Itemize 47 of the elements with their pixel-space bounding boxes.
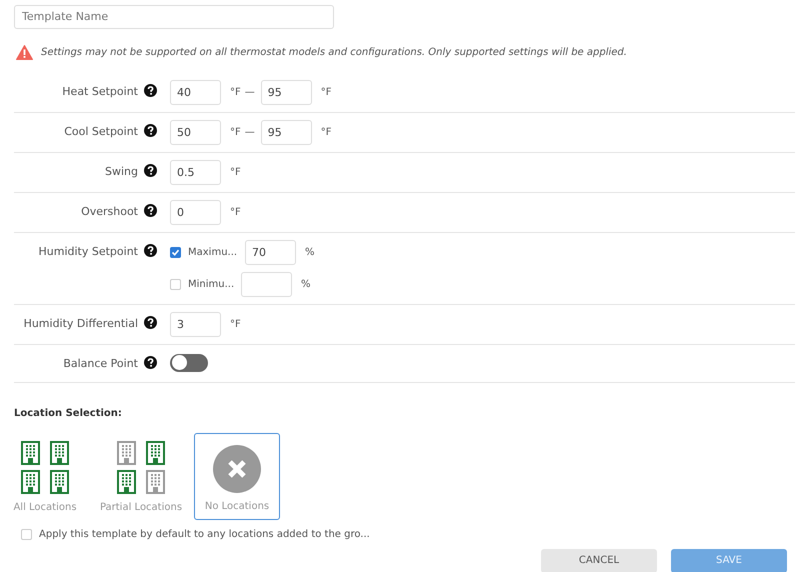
unit-label: °F <box>230 206 241 220</box>
number-field[interactable]: 0.5 <box>170 160 221 184</box>
close-icon <box>213 444 261 492</box>
setting-label: Heat Setpoint <box>62 84 138 100</box>
setting-label: Cool Setpoint <box>64 124 138 140</box>
checkbox[interactable] <box>21 528 32 540</box>
help-icon[interactable] <box>144 204 157 216</box>
unit-label: % <box>305 246 315 260</box>
warning-icon <box>16 44 33 60</box>
help-icon[interactable] <box>144 84 157 96</box>
unit-label: °F <box>230 86 241 100</box>
number-field[interactable]: 70 <box>245 240 296 264</box>
checkbox-label: Minimu... <box>188 278 236 292</box>
unit-label: °F <box>320 86 332 100</box>
setting-label: Swing <box>105 164 138 180</box>
dash-separator: — <box>244 126 255 140</box>
checkbox[interactable] <box>170 278 181 290</box>
unit-label: % <box>301 278 311 292</box>
cancel-button[interactable]: CANCEL <box>541 548 657 572</box>
checkbox[interactable] <box>170 246 181 258</box>
setting-label: Humidity Setpoint <box>38 244 138 260</box>
help-icon[interactable] <box>144 164 157 176</box>
checkbox-label: Apply this template by default to any locations added to the gro... <box>39 528 370 542</box>
dash-separator: — <box>244 86 255 100</box>
unit-label: °F <box>320 126 332 140</box>
text-field[interactable]: Template Name <box>14 4 334 28</box>
warning-text: Settings may not be supported on all thermostat models and configurations. Only supported settings will be applied. <box>41 46 627 60</box>
unit-label: °F <box>230 318 241 332</box>
setting-label: Humidity Differential <box>24 316 138 332</box>
number-field[interactable]: 3 <box>170 312 221 336</box>
number-field[interactable]: 0 <box>170 200 221 224</box>
section-title: Location Selection: <box>14 406 123 420</box>
unit-label: °F <box>230 166 241 180</box>
number-field[interactable]: 95 <box>260 120 312 144</box>
checkbox-label: Maximu... <box>188 246 238 260</box>
help-icon[interactable] <box>144 316 157 328</box>
number-field[interactable] <box>241 272 292 296</box>
help-icon[interactable] <box>144 244 157 256</box>
number-field[interactable]: 95 <box>260 80 312 104</box>
setting-label: Overshoot <box>81 204 138 220</box>
number-field[interactable]: 50 <box>170 120 221 144</box>
unit-label: °F <box>230 126 241 140</box>
number-field[interactable]: 40 <box>170 80 221 104</box>
setting-label: Balance Point <box>63 356 138 372</box>
help-icon[interactable] <box>144 356 157 368</box>
toggle-switch[interactable] <box>170 354 208 372</box>
help-icon[interactable] <box>144 124 157 136</box>
